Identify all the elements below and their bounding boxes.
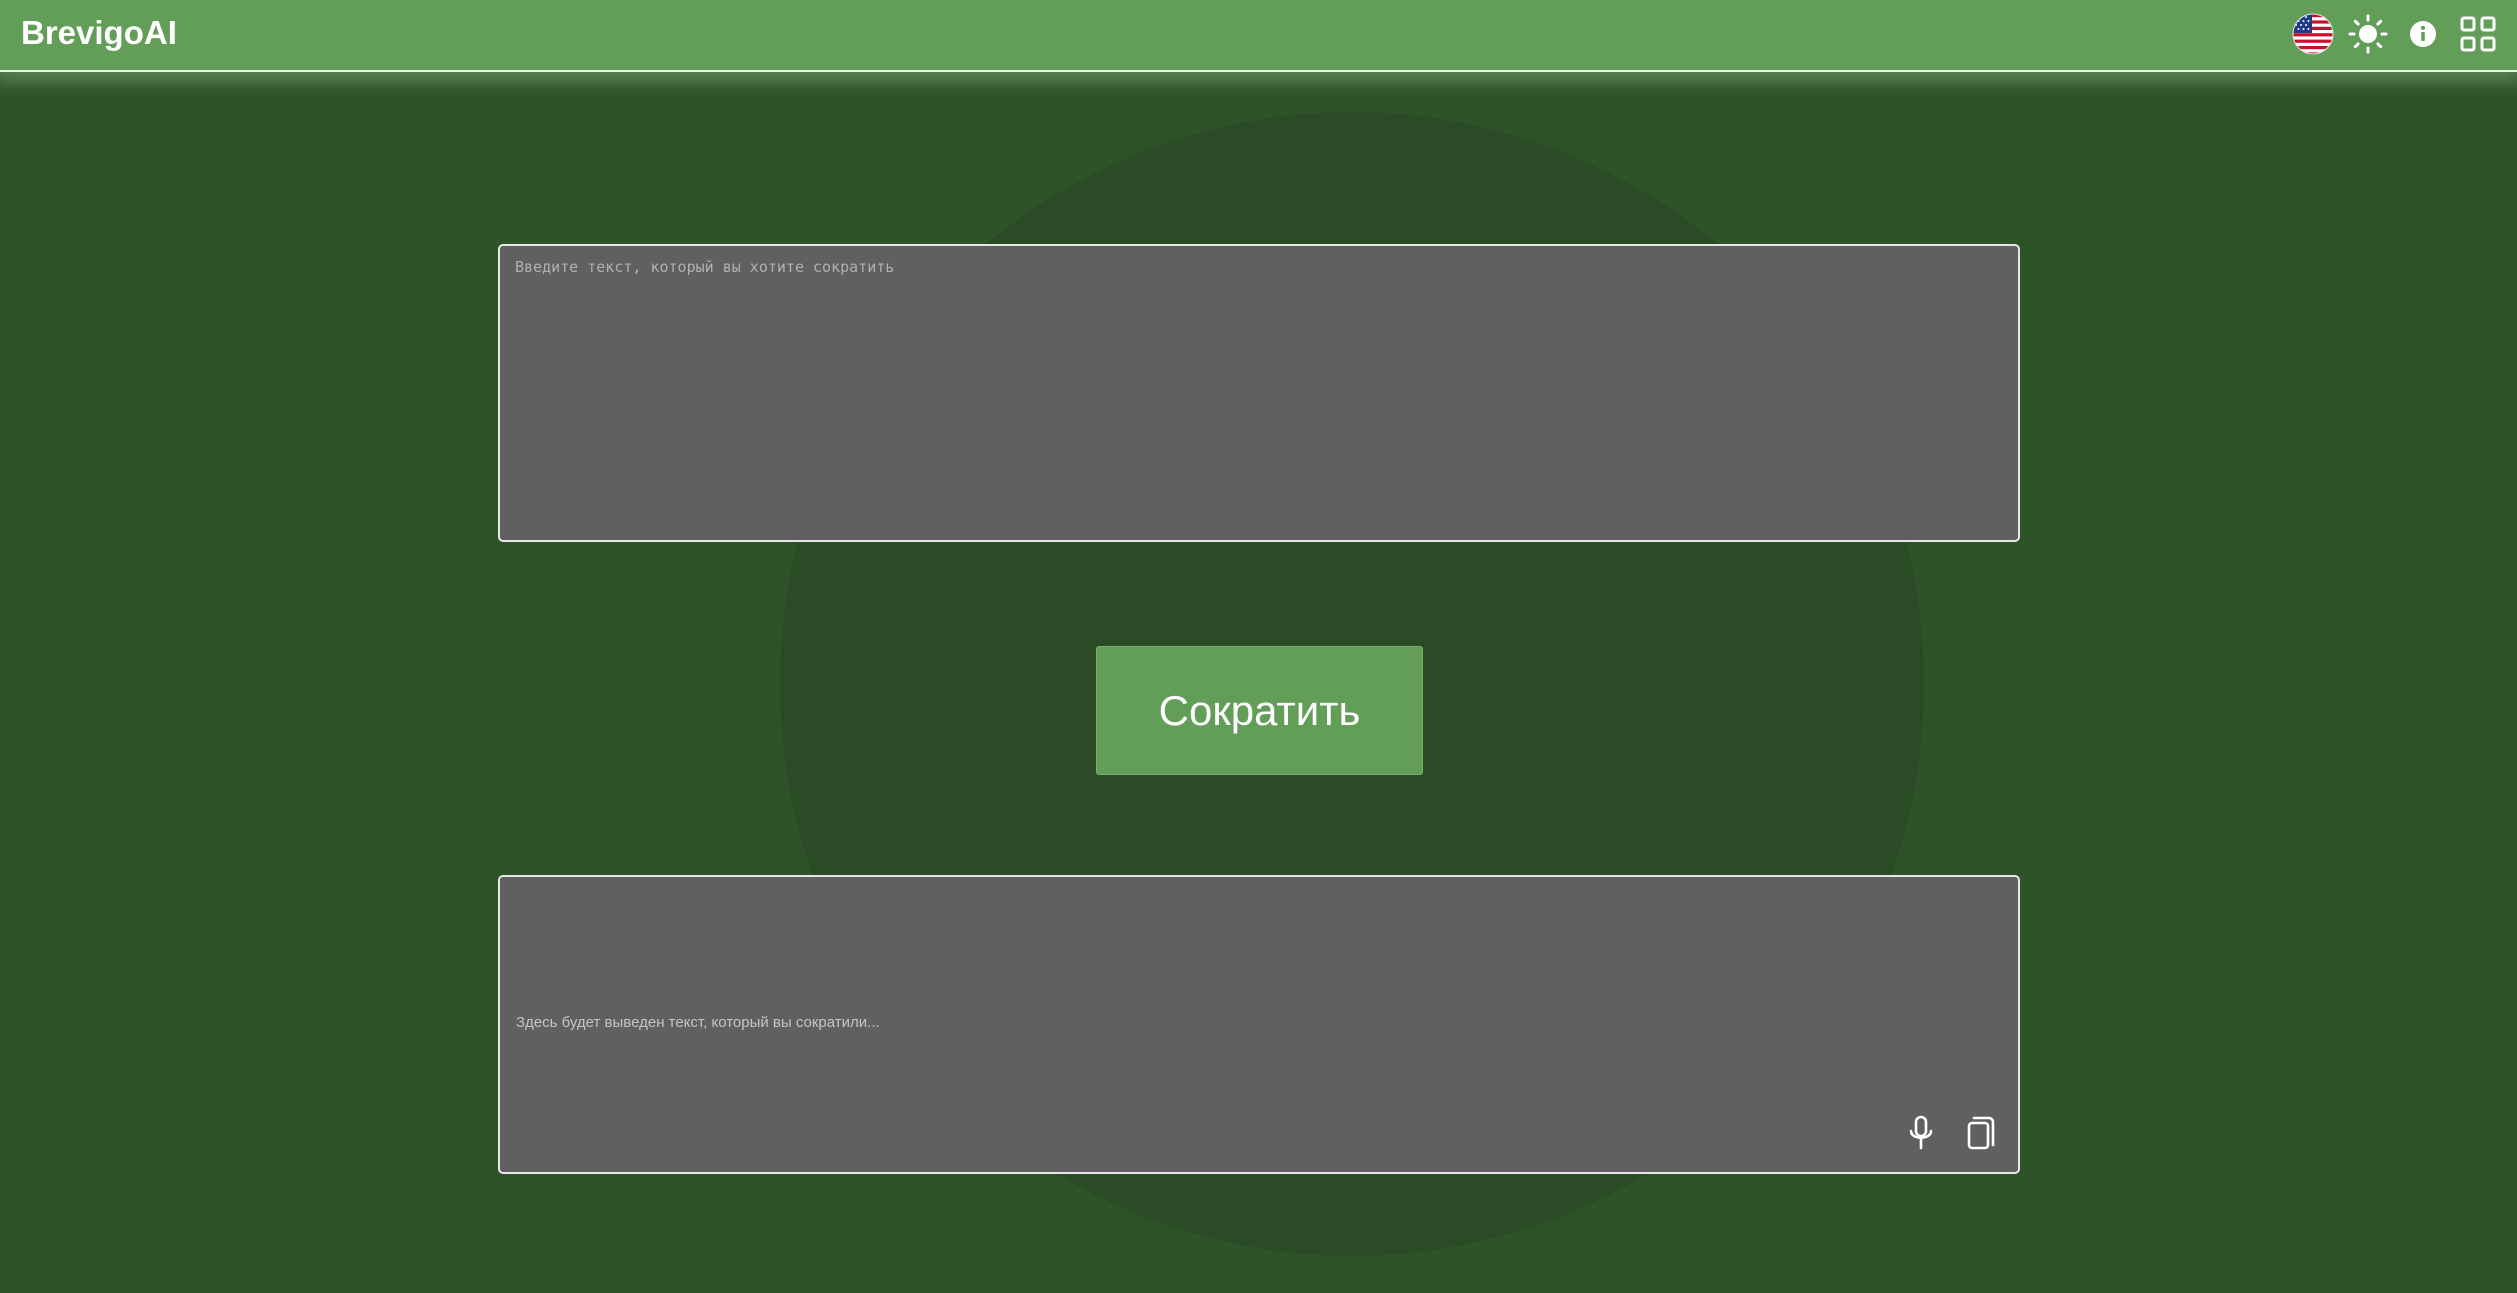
source-text-input[interactable] [498,244,2020,542]
copy-icon[interactable] [1961,1113,2001,1153]
brand-logo[interactable]: BrevigoAI [21,14,177,52]
info-icon[interactable] [2401,12,2445,56]
result-placeholder-text: Здесь будет выведен текст, который вы со… [516,1014,880,1031]
us-flag-icon[interactable] [2291,12,2335,56]
grid-apps-icon[interactable] [2456,12,2500,56]
top-bar: BrevigoAI [0,0,2517,72]
shorten-button[interactable]: Сократить [1096,646,1423,775]
microphone-icon[interactable] [1901,1113,1941,1153]
page: BrevigoAI Введите текст, который вы хоти… [0,0,2517,1293]
result-output-box[interactable]: Здесь будет выведен текст, который вы со… [498,875,2020,1174]
sun-icon[interactable] [2346,12,2390,56]
